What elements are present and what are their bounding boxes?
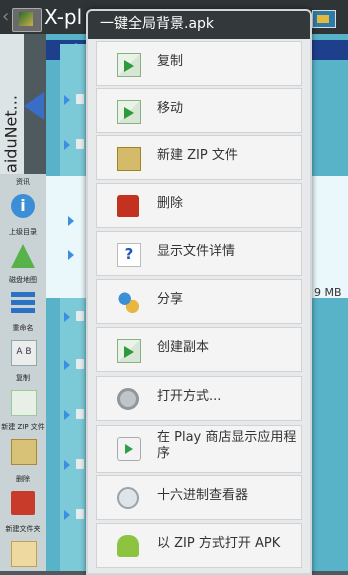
menu-item-label: 删除: [157, 196, 184, 211]
sidebar-item-parent-dir[interactable]: 上级目录: [0, 224, 46, 274]
folder-icon: [76, 509, 84, 519]
menu-item-duplicate[interactable]: 创建副本: [96, 327, 302, 372]
folder-icon[interactable]: [312, 10, 336, 28]
rename-icon: A B: [11, 340, 37, 366]
menu-item-label: 分享: [157, 292, 184, 307]
menu-item-file-details[interactable]: ? 显示文件详情: [96, 231, 302, 276]
new-folder-icon: [11, 541, 37, 567]
expand-arrow-icon[interactable]: [64, 510, 70, 520]
sidebar-item-label: 上级目录: [9, 228, 37, 236]
duplicate-icon: [117, 339, 141, 363]
expand-arrow-icon[interactable]: [64, 140, 70, 150]
hex-viewer-icon: [117, 487, 139, 509]
sidebar-item-label: 复制: [16, 374, 30, 382]
sidebar-item-rename[interactable]: 重命名 A B: [0, 320, 46, 370]
file-size: 9 MB: [314, 286, 342, 299]
back-arrow-icon[interactable]: [24, 92, 44, 120]
context-menu: 一键全局背景.apk 复制 移动 新建 ZIP 文件 删除 ? 显示文件详情 分…: [86, 9, 312, 575]
expand-arrow-icon[interactable]: [68, 216, 74, 226]
folder-icon: [76, 311, 84, 321]
copy-icon: [117, 53, 141, 77]
zip-icon: [117, 147, 141, 171]
folder-icon: [76, 94, 84, 104]
expand-arrow-icon[interactable]: [64, 95, 70, 105]
menu-item-label: 以 ZIP 方式打开 APK: [157, 536, 281, 551]
expand-arrow-icon[interactable]: [64, 360, 70, 370]
expand-arrow-icon[interactable]: [64, 410, 70, 420]
folder-icon: [76, 139, 84, 149]
app-title: X-pl: [44, 5, 83, 29]
sidebar-item-new-folder[interactable]: 新建文件夹: [0, 521, 46, 571]
menu-item-play-store[interactable]: 在 Play 商店显示应用程序: [96, 425, 302, 473]
expand-arrow-icon[interactable]: [64, 312, 70, 322]
sidebar-item-delete[interactable]: 删除: [0, 471, 46, 521]
expand-arrow-icon[interactable]: [68, 250, 74, 260]
disk-map-icon: [11, 292, 35, 316]
expand-arrow-icon[interactable]: [64, 460, 70, 470]
menu-item-label: 复制: [157, 54, 184, 69]
menu-item-label: 在 Play 商店显示应用程序: [157, 430, 297, 461]
menu-item-label: 十六进制查看器: [157, 488, 249, 503]
folder-icon: [76, 359, 84, 369]
menu-item-label: 创建副本: [157, 340, 210, 355]
back-chevron-icon[interactable]: ‹: [2, 6, 9, 27]
menu-item-delete[interactable]: 删除: [96, 183, 302, 228]
folder-icon: [76, 409, 84, 419]
play-store-icon: [117, 437, 141, 461]
left-tab[interactable]: BaiduNet...: [0, 34, 24, 198]
sidebar-item-label: 磁盘地图: [9, 276, 37, 284]
sidebar-item-disk-map[interactable]: 磁盘地图: [0, 272, 46, 322]
sidebar-item-copy[interactable]: 复制: [0, 370, 46, 420]
share-icon: [117, 291, 139, 313]
folder-icon: [76, 459, 84, 469]
sidebar-item-label: 新建 ZIP 文件: [1, 423, 45, 431]
sidebar-item-info[interactable]: 资讯 i: [0, 174, 46, 224]
trash-icon: [11, 491, 35, 515]
menu-item-new-zip[interactable]: 新建 ZIP 文件: [96, 135, 302, 180]
copy-icon: [11, 390, 37, 416]
menu-item-open-with[interactable]: 打开方式...: [96, 376, 302, 421]
trash-icon: [117, 195, 139, 217]
zip-icon: [11, 439, 37, 465]
menu-item-label: 移动: [157, 101, 184, 116]
menu-header: 一键全局背景.apk: [88, 11, 310, 39]
menu-item-copy[interactable]: 复制: [96, 41, 302, 86]
menu-item-label: 显示文件详情: [157, 244, 236, 259]
sidebar-item-label: 资讯: [16, 178, 30, 186]
info-icon: i: [11, 194, 35, 218]
sidebar-item-new-zip[interactable]: 新建 ZIP 文件: [0, 419, 46, 469]
sidebar-item-label: 新建文件夹: [5, 525, 41, 533]
help-icon: ?: [117, 243, 141, 267]
android-icon: [117, 535, 139, 557]
menu-title: 一键全局背景.apk: [100, 16, 215, 32]
app-logo-icon: [12, 8, 42, 32]
menu-item-label: 新建 ZIP 文件: [157, 148, 238, 163]
gear-icon: [117, 388, 139, 410]
up-arrow-icon: [11, 244, 35, 268]
sidebar: 资讯 i 上级目录 磁盘地图 重命名 A B 复制 新建 ZIP 文件 删除 新…: [0, 174, 46, 571]
menu-item-open-apk-as-zip[interactable]: 以 ZIP 方式打开 APK: [96, 523, 302, 568]
sidebar-item-label: 重命名: [12, 324, 34, 332]
move-icon: [117, 100, 141, 124]
sidebar-item-label: 删除: [16, 475, 30, 483]
menu-item-share[interactable]: 分享: [96, 279, 302, 324]
menu-item-move[interactable]: 移动: [96, 88, 302, 133]
menu-item-label: 打开方式...: [157, 389, 222, 404]
file-list-strip: [60, 44, 88, 571]
menu-item-hex-viewer[interactable]: 十六进制查看器: [96, 475, 302, 520]
